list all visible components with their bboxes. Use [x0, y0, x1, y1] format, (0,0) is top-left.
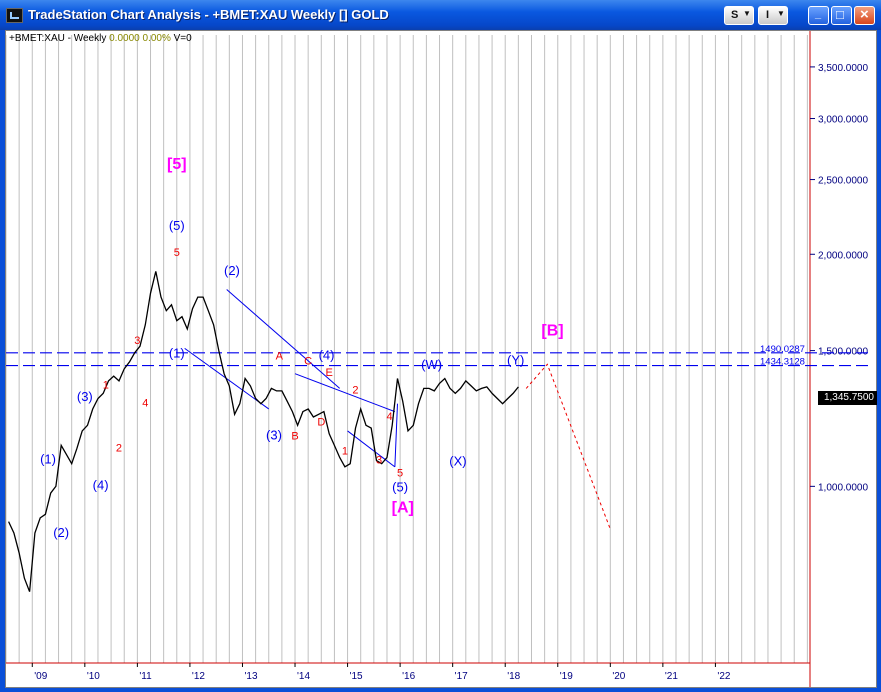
- x-tick-label: '15: [350, 671, 363, 682]
- wave-label: (2): [53, 525, 69, 540]
- wave-label: 1: [103, 379, 109, 391]
- wave-label: [B]: [541, 322, 563, 339]
- y-tick-label: 3,000.0000: [818, 115, 868, 126]
- trend-line: [394, 403, 398, 467]
- chart-window: TradeStation Chart Analysis - +BMET:XAU …: [0, 0, 881, 692]
- wave-label: (4): [319, 348, 335, 363]
- wave-label: 4: [387, 411, 393, 423]
- wave-label: (2): [224, 263, 240, 278]
- change-value: 0.0000: [109, 33, 140, 44]
- wave-label: [5]: [167, 156, 187, 173]
- chevron-down-icon: ▼: [777, 9, 785, 18]
- projection-line: [525, 363, 611, 530]
- symbol-info: +BMET:XAU - Weekly 0.0000 0.00% V=0: [9, 33, 192, 44]
- x-tick-label: '17: [455, 671, 468, 682]
- x-tick-label: '14: [297, 671, 310, 682]
- trend-line: [226, 289, 341, 389]
- minimize-button[interactable]: _: [808, 6, 829, 25]
- wave-label: (1): [169, 345, 185, 360]
- x-tick-label: '21: [665, 671, 678, 682]
- change-percent: 0.00%: [142, 33, 171, 44]
- y-tick-label: 2,000.0000: [818, 250, 868, 261]
- symbol-label: +BMET:XAU - Weekly: [9, 33, 107, 44]
- wave-label: 5: [397, 467, 403, 479]
- wave-label: (5): [169, 218, 185, 233]
- x-tick-label: '20: [612, 671, 625, 682]
- s-button-label: S: [731, 9, 739, 21]
- x-tick-label: '11: [139, 671, 152, 682]
- x-tick-label: '18: [507, 671, 520, 682]
- close-button[interactable]: ×: [854, 6, 875, 25]
- i-button-label: I: [766, 9, 770, 21]
- last-price-badge: 1,345.7500: [818, 391, 877, 405]
- wave-label: (3): [77, 389, 93, 404]
- wave-label: 3: [376, 455, 382, 467]
- volume-value: V=0: [173, 33, 192, 44]
- level-label: 1490.0287: [760, 344, 805, 355]
- trend-line: [294, 373, 396, 413]
- y-tick-label: 2,500.0000: [818, 176, 868, 187]
- x-tick-label: '19: [560, 671, 573, 682]
- app-icon: [6, 8, 23, 23]
- s-menu-button[interactable]: S ▼: [724, 6, 754, 25]
- price-chart[interactable]: 3,500.0000 3,000.0000 2,500.0000 2,000.0000…: [6, 31, 876, 687]
- wave-label: (W): [421, 357, 442, 372]
- maximize-icon: □: [836, 7, 844, 22]
- wave-label: 4: [142, 397, 148, 409]
- wave-label: E: [326, 367, 333, 379]
- x-tick-label: '10: [87, 671, 100, 682]
- wave-label: (X): [449, 453, 466, 468]
- window-title: TradeStation Chart Analysis - +BMET:XAU …: [28, 7, 389, 22]
- wave-label: (3): [266, 428, 282, 443]
- wave-label: (Y): [507, 352, 524, 367]
- wave-label: (4): [93, 478, 109, 493]
- y-tick-label: 1,500.0000: [818, 347, 868, 358]
- minimize-icon: _: [815, 8, 822, 20]
- i-menu-button[interactable]: I ▼: [758, 6, 788, 25]
- y-tick-label: 3,500.0000: [818, 63, 868, 74]
- wave-label: 5: [174, 247, 180, 259]
- wave-label: (5): [392, 479, 408, 494]
- x-tick-label: '09: [34, 671, 47, 682]
- y-tick-label: 1,000.0000: [818, 482, 868, 493]
- wave-label: [A]: [392, 499, 414, 516]
- wave-label: (1): [40, 452, 56, 467]
- wave-label: 1: [342, 445, 348, 457]
- chevron-down-icon: ▼: [743, 9, 751, 18]
- level-label: 1434.3128: [760, 357, 805, 368]
- wave-label: C: [304, 355, 312, 367]
- maximize-button[interactable]: □: [831, 6, 852, 25]
- chart-area[interactable]: 3,500.0000 3,000.0000 2,500.0000 2,000.0000…: [5, 30, 877, 688]
- close-icon: ×: [860, 6, 869, 23]
- wave-label: D: [317, 416, 325, 428]
- x-tick-label: '12: [192, 671, 205, 682]
- title-bar[interactable]: TradeStation Chart Analysis - +BMET:XAU …: [0, 0, 881, 30]
- wave-label: A: [276, 351, 284, 363]
- wave-label: B: [291, 431, 298, 443]
- wave-label: 2: [352, 384, 358, 396]
- x-tick-label: '22: [717, 671, 730, 682]
- wave-label: 3: [134, 335, 140, 347]
- x-tick-label: '13: [244, 671, 257, 682]
- x-tick-label: '16: [402, 671, 415, 682]
- wave-label: 2: [116, 442, 122, 454]
